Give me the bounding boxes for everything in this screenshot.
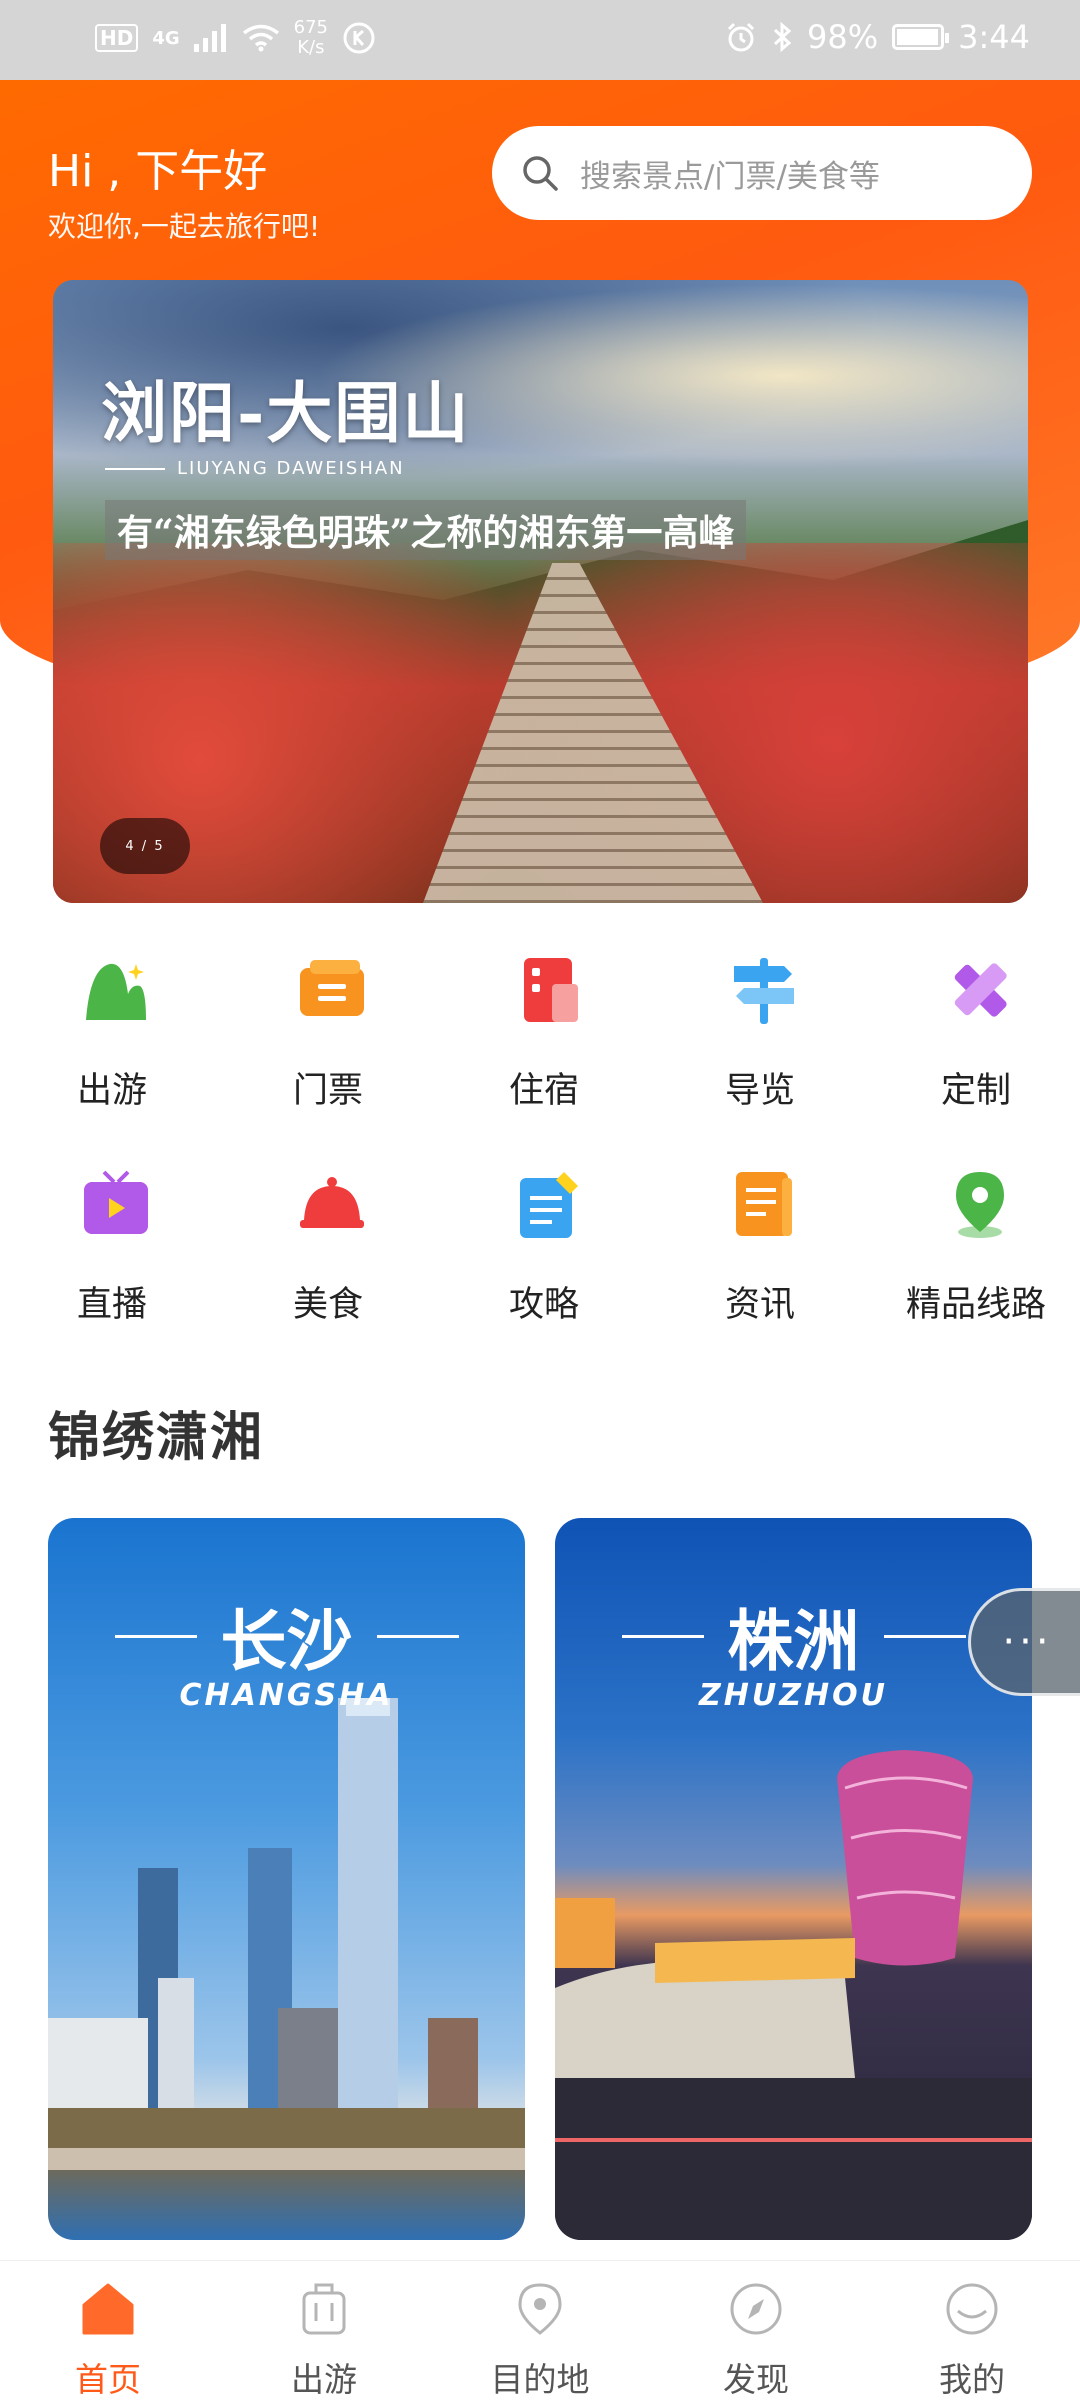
signpost-icon xyxy=(734,958,794,1024)
menu-item-custom[interactable]: 定制 xyxy=(868,940,1080,1140)
profile-icon xyxy=(946,2283,998,2335)
nav-outing[interactable]: 出游 xyxy=(216,2261,432,2400)
menu-item-label: 攻略 xyxy=(508,1285,579,1325)
nav-profile[interactable]: 我的 xyxy=(864,2261,1080,2400)
menu-item-food[interactable]: 美食 xyxy=(220,1154,436,1354)
map-pin-icon xyxy=(518,2283,562,2335)
menu-item-routes[interactable]: 精品线路 xyxy=(868,1154,1080,1354)
signal-icon xyxy=(193,24,226,52)
nav-label: 我的 xyxy=(939,2360,1005,2399)
wifi-icon xyxy=(242,24,279,52)
menu-item-label: 出游 xyxy=(76,1071,147,1111)
network-type: 4G xyxy=(152,27,180,49)
city-name-en: ZHUZHOU xyxy=(699,1678,888,1713)
luggage-icon xyxy=(302,2283,346,2335)
nav-label: 首页 xyxy=(75,2360,141,2399)
nav-label: 目的地 xyxy=(490,2360,590,2399)
net-speed: 675 K/s xyxy=(294,18,328,58)
menu-item-label: 精品线路 xyxy=(905,1285,1046,1325)
search-icon xyxy=(523,156,558,191)
menu-item-label: 定制 xyxy=(940,1071,1011,1111)
menu-item-label: 门票 xyxy=(292,1071,363,1111)
k-app-icon xyxy=(343,22,375,54)
bluetooth-icon xyxy=(773,21,792,53)
net-speed-value: 675 xyxy=(293,17,329,38)
menu-item-label: 美食 xyxy=(292,1285,363,1325)
home-icon xyxy=(82,2283,134,2335)
hd-badge: HD xyxy=(95,24,139,52)
search-placeholder: 搜索景点/门票/美食等 xyxy=(580,158,880,195)
pencil-ruler-icon xyxy=(954,963,1007,1017)
menu-item-lodging[interactable]: 住宿 xyxy=(436,940,652,1140)
ticket-icon xyxy=(300,960,364,1016)
city-name: 长沙 xyxy=(48,1588,525,1684)
city-card-zhuzhou[interactable]: 株洲 ZHUZHOU xyxy=(555,1518,1032,2240)
banner-title: 浏阳-大围山 xyxy=(101,374,471,452)
mountain-icon xyxy=(86,963,146,1020)
menu-item-tickets[interactable]: 门票 xyxy=(220,940,436,1140)
location-pin-icon xyxy=(956,1172,1004,1238)
hotel-icon xyxy=(524,958,578,1022)
greeting-subtitle: 欢迎你,一起去旅行吧! xyxy=(48,210,321,243)
section-title: 锦绣潇湘 xyxy=(48,1408,265,1468)
status-right: 98% 3:44 xyxy=(725,18,1030,56)
banner-subtitle: 有“湘东绿色明珠”之称的湘东第一高峰 xyxy=(105,500,747,560)
compass-icon xyxy=(730,2283,782,2335)
notepad-icon xyxy=(520,1172,578,1238)
net-speed-unit: K/s xyxy=(297,37,325,58)
status-bar: HD 4G 675 K/s 98% 3:44 xyxy=(0,0,1080,80)
city-name: 株洲 xyxy=(555,1588,1032,1684)
search-input[interactable]: 搜索景点/门票/美食等 xyxy=(492,126,1032,220)
menu-item-guide[interactable]: 导览 xyxy=(652,940,868,1140)
menu-item-label: 资讯 xyxy=(724,1285,795,1325)
menu-item-news[interactable]: 资讯 xyxy=(652,1154,868,1354)
status-left: HD 4G 675 K/s xyxy=(95,18,376,58)
tv-icon xyxy=(84,1170,148,1234)
alarm-icon xyxy=(727,22,755,52)
city-name-en: CHANGSHA xyxy=(179,1678,394,1713)
food-cloche-icon xyxy=(300,1177,364,1228)
menu-item-live[interactable]: 直播 xyxy=(4,1154,220,1354)
city-card-changsha[interactable]: 长沙 CHANGSHA xyxy=(48,1518,525,2240)
menu-item-label: 住宿 xyxy=(508,1071,579,1111)
banner-title-en: LIUYANG DAWEISHAN xyxy=(105,458,405,479)
greeting: Hi , 下午好 xyxy=(48,146,268,197)
nav-home[interactable]: 首页 xyxy=(0,2261,216,2400)
battery-icon xyxy=(892,24,950,50)
banner-carousel[interactable]: 浏阳-大围山 LIUYANG DAWEISHAN 有“湘东绿色明珠”之称的湘东第… xyxy=(53,280,1028,903)
menu-item-label: 导览 xyxy=(724,1071,795,1111)
menu-item-guides[interactable]: 攻略 xyxy=(436,1154,652,1354)
battery-percent: 98% xyxy=(807,18,879,56)
menu-item-label: 直播 xyxy=(76,1285,147,1325)
nav-label: 出游 xyxy=(291,2360,357,2399)
menu-item-outing[interactable]: 出游 xyxy=(4,940,220,1140)
bottom-nav: 首页 出游 目的地 发现 我的 xyxy=(0,2260,1080,2400)
document-icon xyxy=(736,1172,792,1236)
banner-page-indicator: 4 / 5 xyxy=(100,818,190,874)
nav-destination[interactable]: 目的地 xyxy=(432,2261,648,2400)
clock: 3:44 xyxy=(958,18,1030,56)
floating-more-button[interactable]: ··· xyxy=(968,1588,1080,1696)
nav-discover[interactable]: 发现 xyxy=(648,2261,864,2400)
nav-label: 发现 xyxy=(723,2360,789,2399)
